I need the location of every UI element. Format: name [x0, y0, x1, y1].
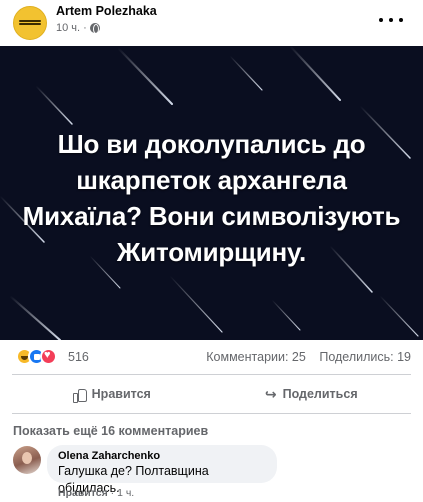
share-arrow-icon: ↪: [264, 385, 277, 402]
engagement-counts: Комментарии: 25 Поделились: 19: [206, 350, 411, 364]
post-meta: 10 ч. ·: [56, 22, 100, 34]
like-button-label: Нравится: [91, 387, 151, 401]
post-actions: Нравится ↪ Поделиться: [12, 378, 411, 410]
globe-icon: [89, 23, 100, 34]
avatar-logo-mark: [19, 20, 41, 27]
thumbs-up-icon: [72, 388, 87, 403]
reaction-count[interactable]: 516: [68, 350, 89, 364]
post-author-name[interactable]: Artem Polezhaka: [56, 4, 157, 18]
divider: [12, 413, 411, 414]
comment-bubble: Olena Zaharchenko Галушка де? Полтавщина…: [47, 445, 277, 495]
share-button[interactable]: ↪ Поделиться: [212, 378, 412, 410]
love-icon: [40, 348, 57, 365]
caption-line: Житомирщину.: [116, 237, 307, 267]
post-header: Artem Polezhaka 10 ч. ·: [0, 0, 423, 46]
dot-icon: [379, 18, 383, 22]
author-avatar[interactable]: [13, 6, 47, 40]
show-more-comments-link[interactable]: Показать ещё 16 комментариев: [13, 424, 208, 438]
dot-icon: [399, 18, 403, 22]
commenter-avatar[interactable]: [13, 446, 41, 474]
dot-icon: [389, 18, 393, 22]
reaction-icons[interactable]: [16, 348, 66, 366]
like-button[interactable]: Нравится: [12, 378, 212, 410]
shares-count-link[interactable]: Поделились: 19: [319, 350, 411, 364]
post-time[interactable]: 10 ч.: [56, 22, 80, 34]
reactions-bar: 516 Комментарии: 25 Поделились: 19: [12, 346, 411, 370]
comments-count-link[interactable]: Комментарии: 25: [206, 350, 306, 364]
divider: [12, 374, 411, 375]
caption-line: шкарпеток архангела: [76, 165, 347, 195]
caption-line: Шо ви доколупались до: [57, 129, 366, 159]
more-options-button[interactable]: [379, 12, 403, 28]
share-button-label: Поделиться: [282, 387, 358, 401]
post-image-caption: Шо ви доколупались до шкарпеток архангел…: [0, 126, 423, 270]
caption-line: Михаїла? Вони символізують: [22, 201, 401, 231]
comment-time[interactable]: 1 ч.: [117, 487, 134, 499]
comment-meta: Нравится · 1 ч.: [58, 487, 135, 499]
post-image[interactable]: Шо ви доколупались до шкарпеток архангел…: [0, 46, 423, 340]
comment-author[interactable]: Olena Zaharchenko: [58, 450, 266, 463]
comment-like-link[interactable]: Нравится: [58, 487, 108, 499]
